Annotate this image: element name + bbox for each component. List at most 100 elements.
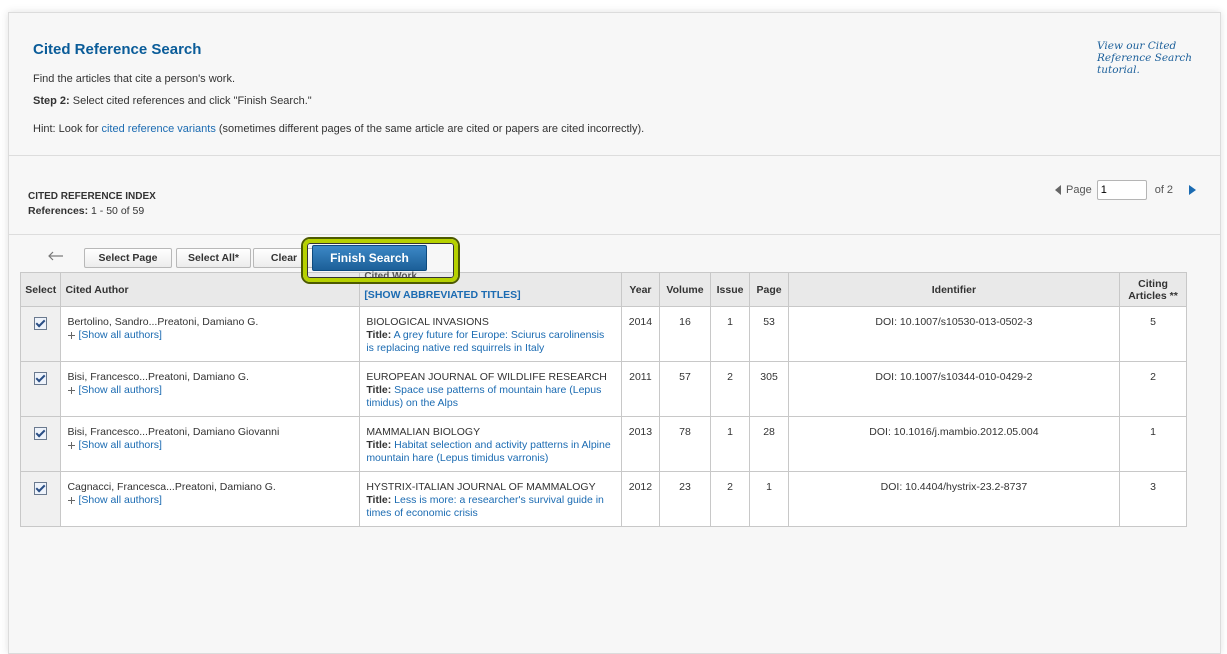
title-label: Title: — [366, 329, 392, 341]
title-label: Title: — [366, 439, 392, 451]
cited-journal: MAMMALIAN BIOLOGY — [366, 426, 481, 438]
cited-journal: HYSTRIX-ITALIAN JOURNAL OF MAMMALOGY — [366, 481, 596, 493]
cited-work-cell: BIOLOGICAL INVASIONS Title: A grey futur… — [359, 306, 622, 362]
citing-articles-cell: 5 — [1119, 306, 1187, 362]
page-cell: 1 — [749, 471, 789, 527]
show-all-authors-link[interactable]: [Show all authors] — [67, 329, 353, 342]
year-column-header: Year — [620, 272, 661, 307]
title-label: Title: — [366, 384, 392, 396]
show-all-authors-link[interactable]: [Show all authors] — [67, 439, 353, 452]
citing-articles-cell: 2 — [1119, 361, 1187, 417]
cited-author-cell: Bisi, Francesco...Preatoni, Damiano Giov… — [60, 416, 361, 472]
volume-cell: 23 — [659, 471, 711, 527]
identifier-cell: DOI: 10.1016/j.mambio.2012.05.004 — [787, 416, 1121, 472]
row-checkbox[interactable] — [34, 372, 48, 385]
hint-prefix: Hint: Look for — [33, 123, 99, 135]
select-cell — [19, 306, 62, 362]
tutorial-link[interactable]: View our Cited Reference Search tutorial… — [1097, 40, 1207, 76]
page-of-label: of 2 — [1154, 184, 1174, 196]
issue-cell: 1 — [709, 416, 751, 472]
volume-cell: 16 — [659, 306, 711, 362]
selection-toolbar: Select Page Select All* Clear All Finish… — [9, 235, 1220, 283]
page-title: Cited Reference Search — [33, 41, 202, 58]
cited-journal: BIOLOGICAL INVASIONS — [366, 316, 489, 328]
plus-icon — [68, 442, 76, 449]
volume-column-header: Volume — [659, 272, 711, 307]
table-row: Bisi, Francesco...Preatoni, Damiano Giov… — [19, 416, 1187, 472]
cited-work-cell: EUROPEAN JOURNAL OF WILDLIFE RESEARCH Ti… — [359, 361, 622, 417]
show-all-authors-label: [Show all authors] — [78, 384, 162, 396]
plus-icon — [68, 497, 76, 504]
hint-suffix: (sometimes different pages of the same a… — [218, 123, 645, 135]
cited-author-cell: Bertolino, Sandro...Preatoni, Damiano G.… — [60, 306, 361, 362]
arrow-left-icon — [48, 251, 63, 261]
table-row: Bertolino, Sandro...Preatoni, Damiano G.… — [19, 306, 1187, 362]
search-header: Cited Reference Search Find the articles… — [9, 13, 1220, 156]
volume-cell: 78 — [659, 416, 711, 472]
hint-text: Hint: Look for cited reference variants … — [33, 123, 644, 135]
year-cell: 2014 — [620, 306, 661, 362]
table-header-row: Select Cited Author Cited Work [SHOW ABB… — [19, 271, 1187, 307]
cited-author: Bisi, Francesco...Preatoni, Damiano G. — [67, 371, 249, 383]
row-checkbox[interactable] — [34, 482, 48, 495]
show-abbreviated-titles-link[interactable]: [SHOW ABBREVIATED TITLES] — [364, 289, 616, 301]
select-column-header: Select — [19, 272, 62, 307]
identifier-column-header: Identifier — [787, 272, 1121, 307]
table-row: Bisi, Francesco...Preatoni, Damiano G. [… — [19, 361, 1187, 417]
pagination: Page of 2 — [1055, 180, 1197, 200]
issue-column-header: Issue — [709, 272, 751, 307]
select-cell — [19, 471, 62, 527]
identifier-cell: DOI: 10.4404/hystrix-23.2-8737 — [787, 471, 1121, 527]
step-instructions: Step 2: Select cited references and clic… — [33, 95, 312, 107]
show-all-authors-link[interactable]: [Show all authors] — [67, 384, 353, 397]
cited-author-cell: Cagnacci, Francesca...Preatoni, Damiano … — [60, 471, 361, 527]
select-all-button[interactable]: Select All* — [176, 248, 251, 268]
year-cell: 2012 — [620, 471, 661, 527]
cited-reference-index-bar: CITED REFERENCE INDEX References: 1 - 50… — [9, 156, 1220, 235]
finish-search-button[interactable]: Finish Search — [312, 245, 427, 271]
cited-reference-variants-link[interactable]: cited reference variants — [101, 123, 215, 135]
plus-icon — [68, 332, 76, 339]
citing-articles-column-header: Citing Articles ** — [1119, 272, 1187, 307]
select-page-button[interactable]: Select Page — [84, 248, 172, 268]
row-checkbox[interactable] — [34, 427, 48, 440]
cited-work-cell: HYSTRIX-ITALIAN JOURNAL OF MAMMALOGY Tit… — [359, 471, 622, 527]
year-cell: 2011 — [620, 361, 661, 417]
row-checkbox[interactable] — [34, 317, 48, 330]
references-count: References: 1 - 50 of 59 — [28, 205, 144, 217]
issue-cell: 2 — [709, 471, 751, 527]
show-all-authors-label: [Show all authors] — [78, 439, 162, 451]
page-column-header: Page — [749, 272, 789, 307]
page-cell: 305 — [749, 361, 789, 417]
select-cell — [19, 361, 62, 417]
cited-work-title-link[interactable]: Habitat selection and activity patterns … — [366, 439, 610, 464]
citing-articles-cell: 3 — [1119, 471, 1187, 527]
references-range: 1 - 50 of 59 — [91, 205, 145, 217]
page-cell: 53 — [749, 306, 789, 362]
page-cell: 28 — [749, 416, 789, 472]
year-cell: 2013 — [620, 416, 661, 472]
next-page-icon[interactable] — [1189, 185, 1197, 195]
page-subtitle: Find the articles that cite a person's w… — [33, 73, 236, 85]
references-label: References: — [28, 205, 89, 217]
citing-articles-cell: 1 — [1119, 416, 1187, 472]
cited-work-title-link[interactable]: A grey future for Europe: Sciurus caroli… — [366, 329, 604, 354]
cited-work-title-link[interactable]: Space use patterns of mountain hare (Lep… — [366, 384, 601, 409]
show-all-authors-label: [Show all authors] — [78, 494, 162, 506]
issue-cell: 2 — [709, 361, 751, 417]
show-all-authors-label: [Show all authors] — [78, 329, 162, 341]
cited-author-cell: Bisi, Francesco...Preatoni, Damiano G. [… — [60, 361, 361, 417]
cited-work-title-link[interactable]: Less is more: a researcher's survival gu… — [366, 494, 604, 519]
cited-author: Bisi, Francesco...Preatoni, Damiano Giov… — [67, 426, 280, 438]
step-text: Select cited references and click "Finis… — [72, 95, 312, 107]
identifier-cell: DOI: 10.1007/s10530-013-0502-3 — [787, 306, 1121, 362]
identifier-cell: DOI: 10.1007/s10344-010-0429-2 — [787, 361, 1121, 417]
show-all-authors-link[interactable]: [Show all authors] — [67, 494, 353, 507]
step-label: Step 2: — [33, 95, 70, 107]
table-row: Cagnacci, Francesca...Preatoni, Damiano … — [19, 471, 1187, 527]
previous-page-icon[interactable] — [1055, 185, 1061, 195]
index-title: CITED REFERENCE INDEX — [28, 191, 156, 202]
page-number-input[interactable] — [1096, 180, 1147, 200]
cited-journal: EUROPEAN JOURNAL OF WILDLIFE RESEARCH — [366, 371, 607, 383]
cited-author: Bertolino, Sandro...Preatoni, Damiano G. — [67, 316, 259, 328]
